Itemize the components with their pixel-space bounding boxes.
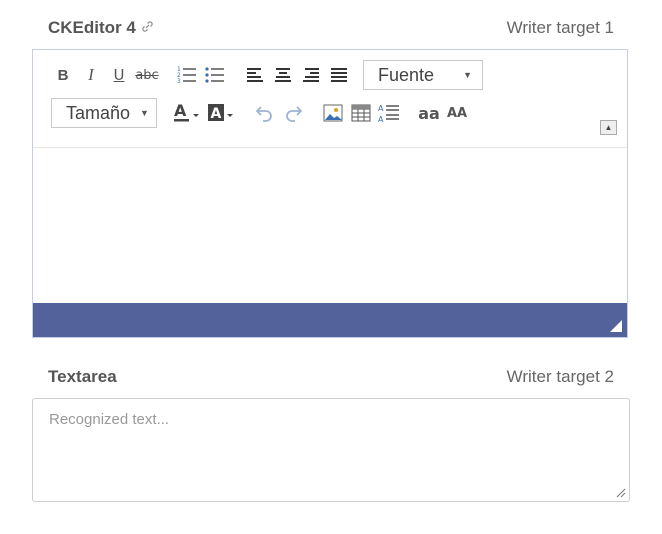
ckeditor: B I U abc 123 Fuente ▼ Tamaño ▼ A A A A … xyxy=(32,49,628,338)
image-icon[interactable] xyxy=(319,100,347,126)
editor-content-area[interactable] xyxy=(33,147,627,304)
align-left-icon[interactable] xyxy=(241,62,269,88)
bold-button[interactable]: B xyxy=(49,62,77,88)
toolbar-row-1: B I U abc 123 Fuente ▼ xyxy=(49,59,483,91)
field2-label-text: Textarea xyxy=(48,367,117,386)
editor-toolbar: B I U abc 123 Fuente ▼ Tamaño ▼ A A A A … xyxy=(33,50,627,148)
resize-handle-icon[interactable] xyxy=(610,320,622,332)
svg-text:3: 3 xyxy=(177,78,181,85)
undo-icon[interactable] xyxy=(251,100,279,126)
align-justify-icon[interactable] xyxy=(325,62,353,88)
line-height-icon[interactable]: AA xyxy=(375,100,403,126)
field1-label-text: CKEditor 4 xyxy=(48,18,136,37)
align-right-icon[interactable] xyxy=(297,62,325,88)
align-center-icon[interactable] xyxy=(269,62,297,88)
size-combo-value: Tamaño xyxy=(66,102,131,123)
chevron-down-icon: ▼ xyxy=(140,108,149,118)
textarea-resize-icon[interactable] xyxy=(616,488,626,498)
table-icon[interactable] xyxy=(347,100,375,126)
svg-text:A: A xyxy=(378,104,384,113)
lowercase-icon[interactable]: aa xyxy=(415,100,443,126)
background-color-icon[interactable]: A xyxy=(205,100,239,126)
field2-label-row: Textarea Writer target 2 xyxy=(48,367,614,387)
strikethrough-button[interactable]: abc xyxy=(133,62,161,88)
field2-label: Textarea xyxy=(48,367,117,387)
editor-statusbar xyxy=(33,303,627,337)
underline-button[interactable]: U xyxy=(105,62,133,88)
font-combo-value: Fuente xyxy=(378,64,435,85)
svg-text:A: A xyxy=(378,115,384,123)
recognized-text-textarea[interactable]: Recognized text... xyxy=(32,398,630,502)
font-combo[interactable]: Fuente ▼ xyxy=(363,60,483,90)
field1-target: Writer target 1 xyxy=(506,18,614,37)
size-combo[interactable]: Tamaño ▼ xyxy=(51,98,157,128)
toolbar-row-2: Tamaño ▼ A A A A aa AA xyxy=(51,97,471,129)
chevron-down-icon: ▼ xyxy=(463,70,472,80)
redo-icon[interactable] xyxy=(279,100,307,126)
field1-label-row: CKEditor 4 Writer target 1 xyxy=(48,18,614,38)
uppercase-icon[interactable]: AA xyxy=(443,100,471,126)
numbered-list-icon[interactable]: 123 xyxy=(173,62,201,88)
text-color-icon[interactable]: A xyxy=(171,100,205,126)
field2-target: Writer target 2 xyxy=(506,367,614,386)
field1-label: CKEditor 4 xyxy=(48,18,153,38)
textarea-placeholder: Recognized text... xyxy=(49,411,170,428)
svg-text:A: A xyxy=(174,102,187,120)
bulleted-list-icon[interactable] xyxy=(201,62,229,88)
collapse-toolbar-icon[interactable]: ▲ xyxy=(600,120,617,135)
italic-button[interactable]: I xyxy=(77,62,105,88)
link-icon[interactable] xyxy=(142,21,153,35)
svg-text:A: A xyxy=(211,106,222,122)
